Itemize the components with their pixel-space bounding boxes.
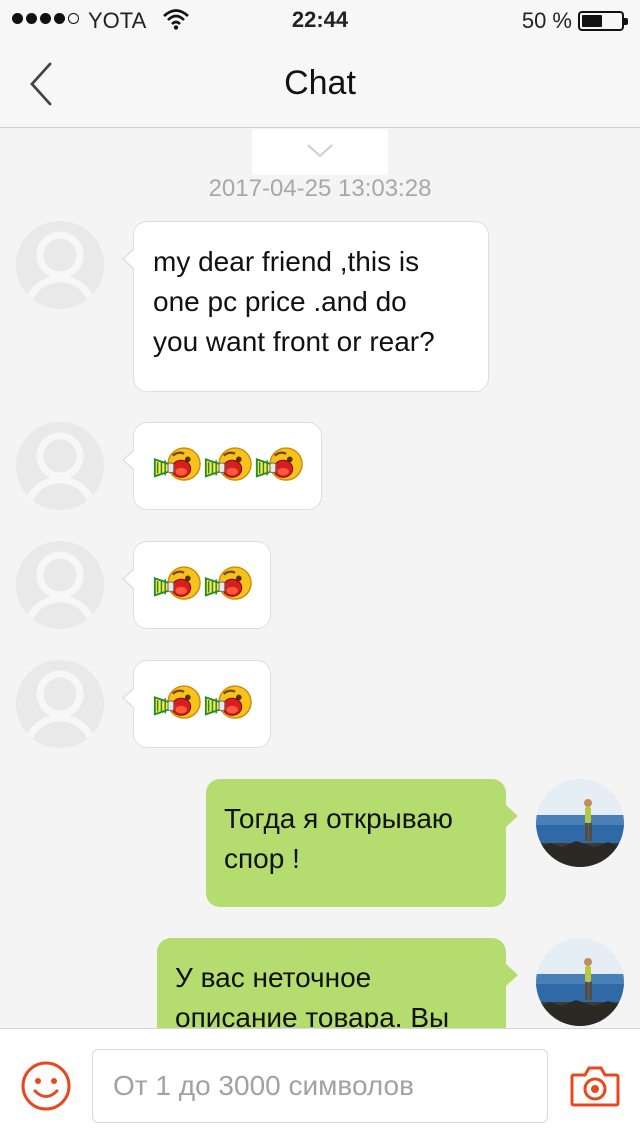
status-bar: YOTA 22:44 50 % (0, 0, 640, 40)
message-line: спор ! (224, 843, 300, 874)
message-line: you want front or rear? (153, 326, 435, 357)
megaphone-emoji-icon (203, 564, 252, 604)
user-avatar[interactable] (536, 938, 624, 1026)
megaphone-emoji-icon (152, 564, 201, 604)
message-line: описание товара. Вы (175, 1002, 450, 1028)
message-bubble[interactable]: Тогда я открываю спор ! (206, 779, 518, 907)
megaphone-emoji-icon (254, 445, 303, 485)
megaphone-emoji-icon (152, 445, 201, 485)
message-input-bar (0, 1028, 640, 1136)
emoji-button[interactable] (20, 1060, 72, 1117)
camera-button[interactable] (570, 1065, 620, 1112)
megaphone-emoji-icon (152, 683, 201, 723)
avatar[interactable] (16, 422, 104, 510)
message-bubble[interactable] (122, 422, 322, 510)
emoji-row (152, 564, 252, 604)
message-line: one pc price .and do (153, 286, 407, 317)
message-input[interactable] (92, 1049, 548, 1123)
page-title: Chat (284, 64, 356, 102)
message-line: Тогда я открываю (224, 803, 453, 834)
message-line: my dear friend ,this is (153, 246, 420, 277)
user-avatar[interactable] (536, 779, 624, 867)
chat-area[interactable]: 2017-04-25 13:03:28 my dear friend ,this… (0, 129, 640, 1028)
avatar[interactable] (16, 221, 104, 309)
message-bubble[interactable] (122, 541, 271, 629)
user-photo-icon (536, 779, 624, 867)
message-timestamp: 2017-04-25 13:03:28 (208, 175, 432, 202)
default-avatar-icon (16, 422, 104, 510)
battery-percentage: 50 % (521, 8, 572, 33)
navigation-bar: Chat (0, 40, 640, 128)
default-avatar-icon (16, 541, 104, 629)
emoji-row (152, 445, 303, 485)
avatar[interactable] (16, 660, 104, 748)
chevron-down-icon (307, 144, 333, 158)
camera-icon (570, 1066, 620, 1107)
load-more-button[interactable] (252, 129, 388, 175)
message-line: У вас неточное (175, 962, 372, 993)
emoji-row (152, 683, 252, 723)
avatar[interactable] (16, 541, 104, 629)
smiley-icon (21, 1061, 71, 1111)
default-avatar-icon (16, 660, 104, 748)
megaphone-emoji-icon (203, 683, 252, 723)
message-bubble[interactable]: У вас неточное описание товара. Вы (157, 938, 518, 1028)
message-bubble[interactable] (122, 660, 271, 748)
default-avatar-icon (16, 221, 104, 309)
user-photo-icon (536, 938, 624, 1026)
megaphone-emoji-icon (203, 445, 252, 485)
message-bubble[interactable]: my dear friend ,this is one pc price .an… (122, 221, 489, 392)
battery-icon (578, 11, 628, 31)
